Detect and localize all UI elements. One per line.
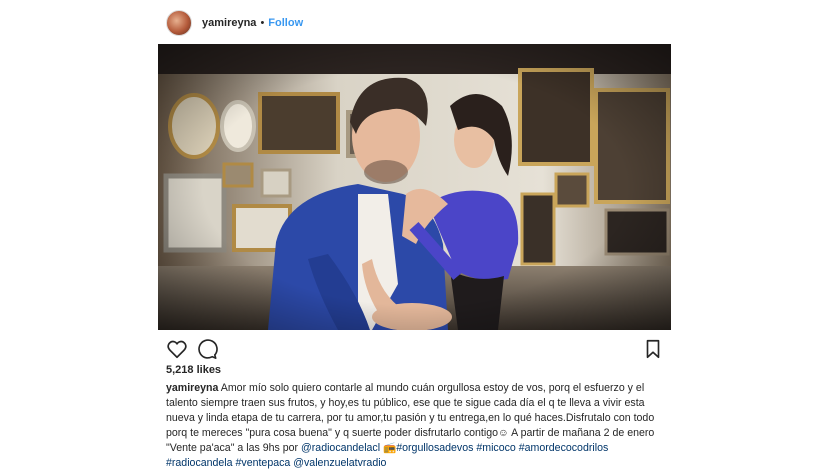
follow-button[interactable]: Follow bbox=[268, 17, 303, 29]
post-header: yamireyna • Follow bbox=[166, 10, 303, 36]
username-link[interactable]: yamireyna bbox=[202, 17, 256, 29]
caption-username[interactable]: yamireyna bbox=[166, 382, 218, 394]
mention-link[interactable]: @radiocandelacl bbox=[301, 442, 380, 454]
post-caption: yamireyna Amor mío solo quiero contarle … bbox=[166, 381, 666, 471]
post-photo[interactable] bbox=[158, 44, 671, 330]
heart-icon[interactable] bbox=[166, 338, 188, 360]
separator-dot: • bbox=[260, 17, 265, 29]
comment-bubble-icon[interactable] bbox=[196, 338, 218, 360]
hashtag-link[interactable]: #orgullosadevos bbox=[396, 442, 473, 454]
hashtag-link[interactable]: #amordecocodrilos bbox=[519, 442, 609, 454]
radio-emoji-icon: 📻 bbox=[383, 442, 397, 454]
likes-count[interactable]: 5,218 likes bbox=[166, 364, 221, 376]
bookmark-icon[interactable] bbox=[642, 338, 664, 360]
post-actions bbox=[166, 338, 662, 360]
hashtag-link[interactable]: #ventepaca bbox=[236, 457, 291, 469]
avatar[interactable] bbox=[166, 10, 192, 36]
mention-link[interactable]: @valenzuelatvradio bbox=[293, 457, 386, 469]
couple-photo-image bbox=[158, 44, 671, 330]
hashtag-link[interactable]: #micoco bbox=[476, 442, 515, 454]
hashtag-link[interactable]: #radiocandela bbox=[166, 457, 233, 469]
